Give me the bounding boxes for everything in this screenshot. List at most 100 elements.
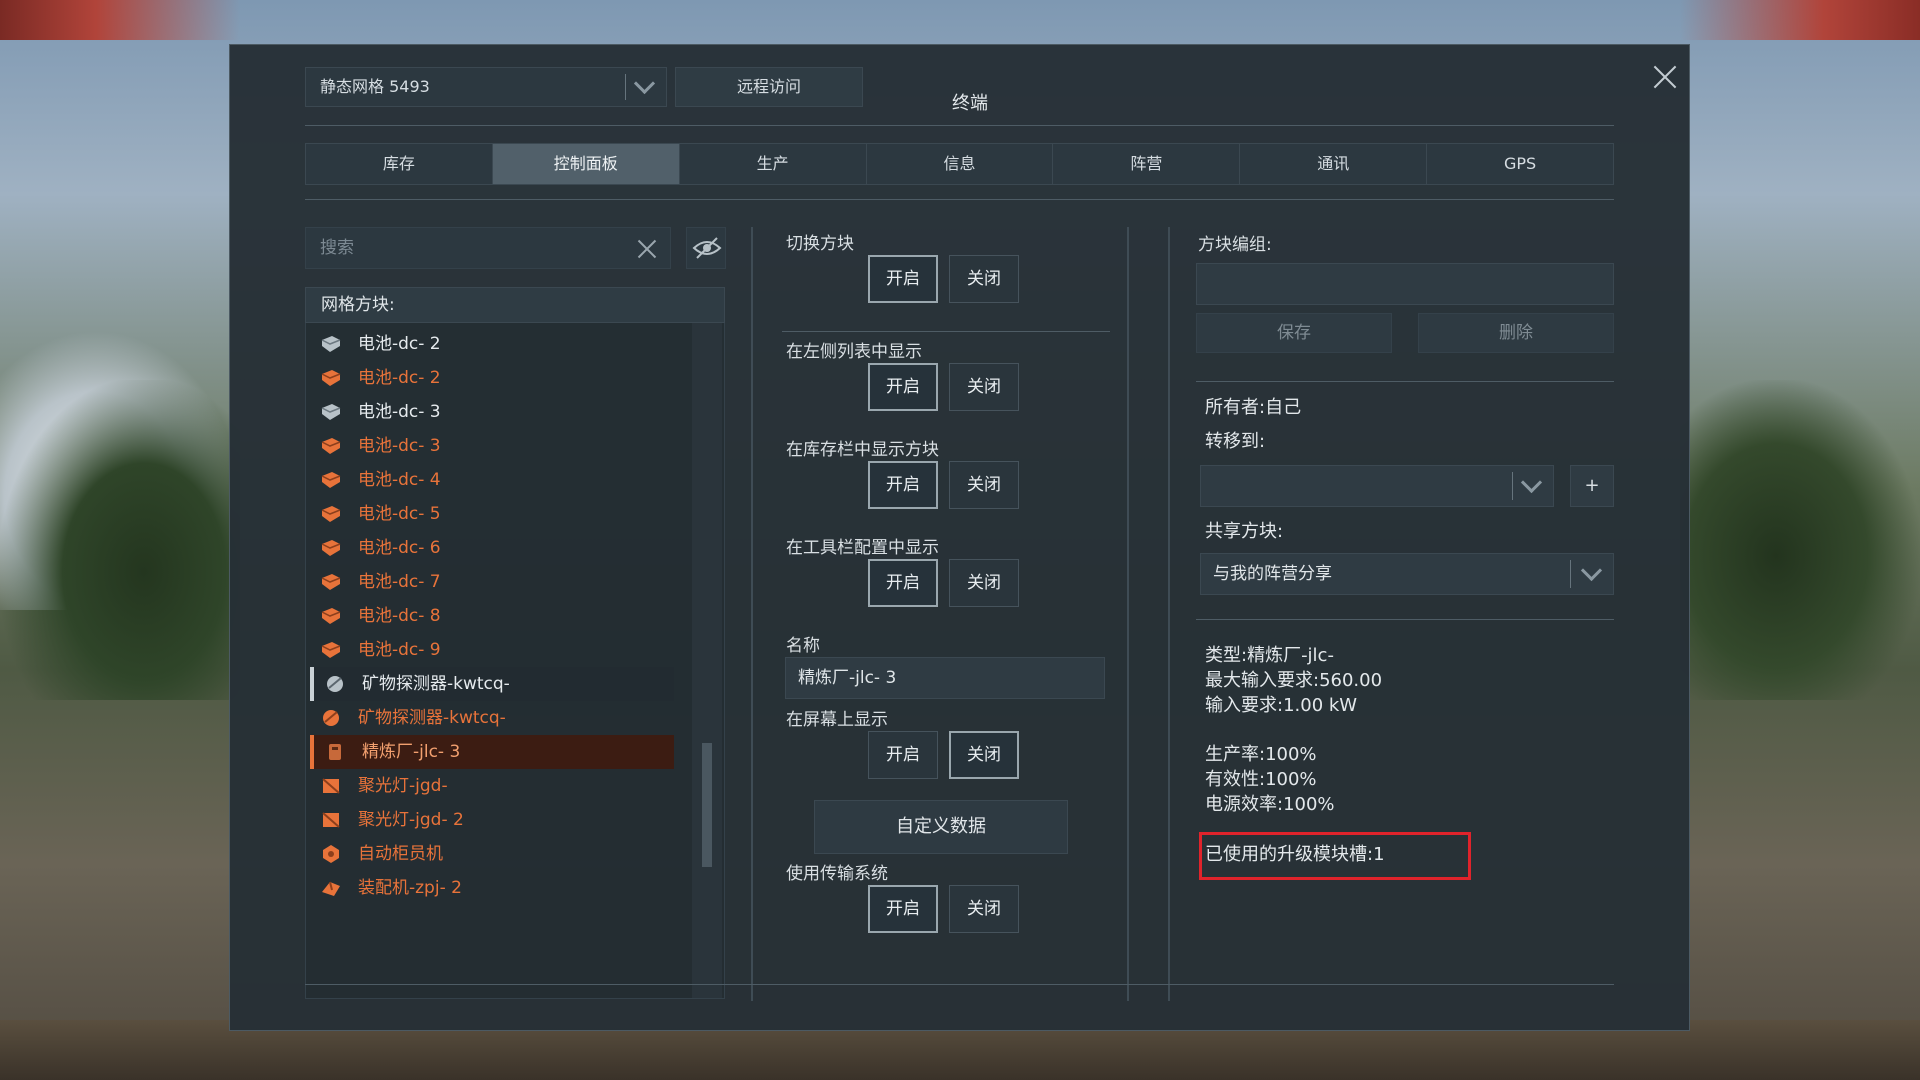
window-title: 终端 (952, 93, 988, 114)
name-label: 名称 (786, 636, 820, 656)
use-conveyor-on-button[interactable]: 开启 (868, 885, 938, 933)
battery-icon (320, 640, 342, 660)
list-item[interactable]: 聚光灯-jgd- 2 (310, 803, 674, 837)
list-item[interactable]: 电池-dc- 3 (310, 395, 674, 429)
toggle-block-off-button[interactable]: 关闭 (949, 255, 1019, 303)
chevron-down-icon (1580, 559, 1603, 582)
divider (1196, 619, 1614, 620)
list-item-label: 聚光灯-jgd- (358, 776, 448, 796)
scrollbar-thumb[interactable] (702, 743, 712, 867)
list-item[interactable]: 电池-dc- 3 (310, 429, 674, 463)
name-input[interactable]: 精炼厂-jlc- 3 (785, 657, 1105, 699)
background-trees-right (1680, 380, 1920, 700)
show-in-inventory-label: 在库存栏中显示方块 (786, 440, 939, 460)
background-structure-right (1680, 0, 1920, 40)
remote-access-button[interactable]: 远程访问 (675, 67, 863, 107)
list-item[interactable]: 自动柜员机 (310, 837, 674, 871)
battery-icon (320, 436, 342, 456)
assembler-icon (320, 878, 342, 898)
toggle-block-on-button[interactable]: 开启 (868, 255, 938, 303)
list-item[interactable]: 电池-dc- 6 (310, 531, 674, 565)
divider (305, 125, 1614, 126)
share-block-label: 共享方块: (1205, 521, 1284, 542)
spotlight-icon (320, 810, 342, 830)
share-dropdown[interactable]: 与我的阵营分享 (1200, 553, 1614, 595)
battery-icon (320, 606, 342, 626)
list-item[interactable]: 电池-dc- 5 (310, 497, 674, 531)
show-in-toolbar-on-button[interactable]: 开启 (868, 559, 938, 607)
highlight-box (1199, 832, 1471, 880)
chevron-down-icon (633, 72, 656, 95)
show-in-toolbar-off-button[interactable]: 关闭 (949, 559, 1019, 607)
show-on-screen-label: 在屏幕上显示 (786, 710, 888, 730)
use-conveyor-off-button[interactable]: 关闭 (949, 885, 1019, 933)
grid-selector[interactable]: 静态网格 5493 (305, 67, 667, 107)
show-on-screen-off-button[interactable]: 关闭 (949, 731, 1019, 779)
toggle-block-label: 切换方块 (786, 234, 854, 254)
tab-faction[interactable]: 阵营 (1053, 144, 1241, 184)
search-input[interactable]: 搜索 (305, 227, 671, 269)
transfer-label: 转移到: (1205, 431, 1266, 452)
show-in-inventory-off-button[interactable]: 关闭 (949, 461, 1019, 509)
save-group-button[interactable]: 保存 (1196, 313, 1392, 353)
clear-search-icon[interactable] (636, 238, 658, 260)
show-in-list-off-button[interactable]: 关闭 (949, 363, 1019, 411)
list-item[interactable]: 电池-dc- 2 (310, 327, 674, 361)
list-item-label: 电池-dc- 9 (358, 640, 441, 660)
block-group-input[interactable] (1196, 263, 1614, 305)
transfer-dropdown[interactable] (1200, 465, 1554, 507)
productivity-text: 生产率:100% (1205, 744, 1317, 765)
list-item[interactable]: 矿物探测器-kwtcq- (310, 667, 674, 701)
block-group-label: 方块编组: (1198, 235, 1272, 255)
dropdown-separator (625, 74, 626, 100)
column-divider (1168, 227, 1170, 1001)
show-in-inventory-on-button[interactable]: 开启 (868, 461, 938, 509)
list-item[interactable]: 电池-dc- 7 (310, 565, 674, 599)
list-item[interactable]: 精炼厂-jlc- 3 (310, 735, 674, 769)
list-item[interactable]: 电池-dc- 9 (310, 633, 674, 667)
block-list: 电池-dc- 2 电池-dc- 2 电池-dc- 3 电池-dc- 3 电池-d… (305, 323, 725, 999)
list-scrollbar[interactable] (692, 323, 722, 998)
delete-group-button[interactable]: 删除 (1418, 313, 1614, 353)
grid-blocks-header: 网格方块: (305, 287, 725, 323)
list-item[interactable]: 电池-dc- 2 (310, 361, 674, 395)
grid-selector-value: 静态网格 5493 (320, 77, 430, 96)
custom-data-button[interactable]: 自定义数据 (814, 800, 1068, 854)
tab-production[interactable]: 生产 (679, 144, 867, 184)
refinery-icon (324, 742, 346, 762)
input-text: 输入要求:1.00 kW (1205, 695, 1358, 716)
list-item-label: 电池-dc- 7 (358, 572, 441, 592)
list-item-label: 电池-dc- 6 (358, 538, 441, 558)
battery-icon (320, 402, 342, 422)
tab-gps[interactable]: GPS (1427, 144, 1614, 184)
list-item[interactable]: 矿物探测器-kwtcq- (310, 701, 674, 735)
toggle-visibility-button[interactable] (686, 227, 726, 269)
list-item-label: 精炼厂-jlc- 3 (362, 742, 461, 762)
background-structure (0, 0, 240, 40)
spotlight-icon (320, 776, 342, 796)
add-transfer-button[interactable]: + (1570, 465, 1614, 507)
list-item[interactable]: 电池-dc- 4 (310, 463, 674, 497)
divider (1196, 381, 1614, 382)
list-item[interactable]: 聚光灯-jgd- (310, 769, 674, 803)
close-button[interactable] (1646, 57, 1686, 97)
battery-icon (320, 504, 342, 524)
battery-icon (320, 470, 342, 490)
tab-comms[interactable]: 通讯 (1240, 144, 1428, 184)
ore-detector-icon (324, 674, 346, 694)
tab-info[interactable]: 信息 (866, 144, 1054, 184)
block-type-text: 类型:精炼厂-jlc- (1205, 645, 1334, 666)
list-item-label: 电池-dc- 4 (358, 470, 441, 490)
max-input-text: 最大输入要求:560.00 (1205, 670, 1383, 691)
show-in-list-on-button[interactable]: 开启 (868, 363, 938, 411)
show-on-screen-on-button[interactable]: 开启 (868, 731, 938, 779)
tab-inventory[interactable]: 库存 (306, 144, 493, 184)
list-item[interactable]: 装配机-zpj- 2 (310, 871, 674, 905)
divider (305, 984, 1614, 985)
list-item-label: 电池-dc- 2 (358, 334, 441, 354)
list-item-label: 电池-dc- 3 (358, 436, 441, 456)
column-divider (1127, 227, 1129, 1001)
list-item[interactable]: 电池-dc- 8 (310, 599, 674, 633)
share-value: 与我的阵营分享 (1213, 564, 1332, 584)
tab-control-panel[interactable]: 控制面板 (492, 144, 680, 184)
